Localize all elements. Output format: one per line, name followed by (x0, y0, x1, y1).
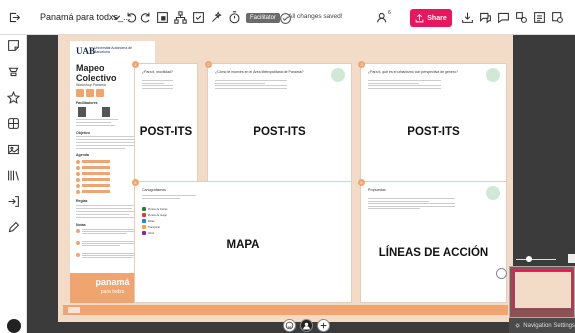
user-count: 6 (388, 10, 391, 16)
share-label: Share (427, 14, 447, 22)
magic-icon[interactable] (208, 9, 224, 25)
gear-icon (515, 323, 520, 328)
navigation-label: Navigation Settings (523, 322, 575, 329)
objective-heading: Objetivo (76, 131, 91, 135)
frame-icon[interactable] (154, 9, 170, 25)
frame-badge (331, 68, 345, 82)
navigation-settings-button[interactable]: Navigation Settings (509, 318, 575, 333)
exit-icon[interactable] (6, 9, 22, 25)
pen-icon[interactable] (7, 221, 20, 234)
board-footer-strip (63, 305, 508, 315)
frame-notes (215, 80, 287, 90)
facilitator-avatar (78, 107, 86, 117)
timer-icon[interactable] (226, 9, 242, 25)
frame-number: 3 (358, 61, 365, 68)
zoom-level[interactable] (568, 254, 575, 263)
notes-heading: Notas (76, 223, 86, 227)
zoom-slider[interactable] (512, 256, 572, 262)
frame-question: ¿Para ti, movilidad? (142, 70, 173, 74)
export-icon[interactable] (459, 9, 475, 25)
facilitators-heading: Facilitadores (76, 101, 98, 105)
frame-label: POST-ITS (139, 126, 193, 138)
user-avatar[interactable] (300, 319, 313, 332)
frame-postits-3[interactable]: 3 ¿Para ti, qué es el urbanismo con pers… (358, 61, 507, 193)
map-legend: Puntos de interés Puntos de riesgo Rutas… (142, 207, 167, 237)
zoom-search-icon[interactable] (549, 9, 565, 25)
frame-number: 4 (132, 179, 139, 186)
minimap[interactable] (509, 266, 575, 318)
sticky-note-icon[interactable] (7, 39, 20, 52)
list-icon[interactable] (531, 9, 547, 25)
left-toolbar (0, 35, 27, 333)
frame-notes (142, 195, 196, 200)
facilitator-avatar (102, 107, 110, 117)
frame-badge (486, 68, 500, 82)
agenda-heading: Agenda (76, 153, 89, 157)
activity-icon[interactable] (513, 9, 529, 25)
frame-notes (368, 198, 455, 211)
shapes-icon[interactable] (7, 65, 20, 78)
legend-item: Otros (142, 231, 167, 235)
minimap-viewport[interactable] (513, 270, 573, 310)
workshop-tags (76, 89, 104, 97)
university-name: Universitat Autònoma de Barcelona (94, 46, 133, 54)
frame-number: 2 (205, 61, 212, 68)
add-icon[interactable] (317, 319, 330, 332)
user-avatar[interactable] (7, 319, 21, 333)
frame-label: MAPA (226, 239, 260, 251)
image-icon[interactable] (7, 143, 20, 156)
zoom-knob[interactable] (526, 256, 532, 262)
library-icon[interactable] (7, 169, 20, 182)
panel-subtitle: Workshop Panama (76, 83, 106, 87)
frame-question: Cartografiamos (142, 188, 166, 192)
chat-icon[interactable] (495, 9, 511, 25)
rules-heading: Reglas (76, 199, 88, 203)
import-icon[interactable] (7, 195, 20, 208)
frame-number: 1 (132, 61, 139, 68)
reaction-icon[interactable] (283, 319, 296, 332)
frame-postits-1[interactable]: 1 ¿Para ti, movilidad? POST-ITS (132, 61, 198, 193)
share-button[interactable]: Share (410, 9, 452, 27)
frame-badge (486, 186, 500, 200)
frame-label: POST-ITS (253, 126, 306, 138)
uab-logo: UAB (76, 46, 96, 56)
board-canvas[interactable]: UAB Universitat Autònoma de Barcelona Ma… (27, 35, 575, 333)
comments-icon[interactable] (477, 9, 493, 25)
legend-item: Puntos de interés (142, 207, 167, 211)
redo-icon[interactable] (138, 9, 154, 25)
legend-item: Rutas (142, 219, 167, 223)
grid-icon[interactable] (7, 117, 20, 130)
vote-icon[interactable] (190, 9, 206, 25)
save-status: All changes saved! (288, 13, 343, 20)
frame-postits-2[interactable]: 2 ¿Cómo te mueves en el Área Metropolita… (205, 61, 352, 193)
frame-map[interactable]: 4 Cartografiamos Puntos de interés Punto… (132, 179, 352, 303)
undo-icon[interactable] (122, 9, 138, 25)
facilitator-badge[interactable]: Facilitator (246, 13, 281, 23)
bottom-toolbar (283, 319, 330, 332)
legend-item: Puntos de riesgo (142, 213, 167, 217)
legend-item: Transporte (142, 225, 167, 229)
frame-label: LÍNEAS DE ACCIÓN (378, 247, 489, 259)
frame-notes (142, 80, 173, 90)
fit-icon[interactable] (496, 268, 507, 279)
frame-notes (368, 80, 441, 90)
frame-number: 5 (358, 179, 365, 186)
frame-action-lines[interactable]: 5 Propuestas LÍNEAS DE ACCIÓN (358, 179, 507, 303)
frame-label: POST-ITS (407, 126, 460, 138)
sitemap-icon[interactable] (172, 9, 188, 25)
top-toolbar: Panamá para todxs_... Facilitator All ch… (0, 0, 575, 35)
star-icon[interactable] (6, 90, 21, 104)
